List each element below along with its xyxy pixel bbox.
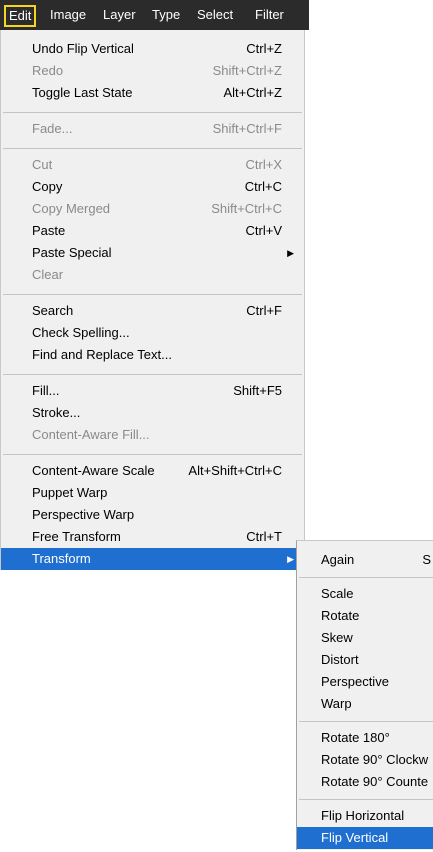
submenu-item-perspective[interactable]: Perspective bbox=[297, 671, 433, 693]
menu-layer[interactable]: Layer bbox=[103, 0, 136, 30]
menu-separator bbox=[3, 374, 302, 375]
menu-item-label: Search bbox=[32, 303, 74, 318]
menu-item-label: Flip Vertical bbox=[321, 830, 389, 845]
edit-menu-dropdown: Undo Flip Vertical Ctrl+Z Redo Shift+Ctr… bbox=[0, 30, 305, 570]
submenu-item-flip-vertical[interactable]: Flip Vertical bbox=[297, 827, 433, 849]
menu-item-paste-special[interactable]: Paste Special ▶ bbox=[1, 242, 304, 264]
menu-item-label: Fade... bbox=[32, 121, 73, 136]
menu-item-label: Rotate 90° Clockw bbox=[321, 752, 429, 767]
menu-bar: Edit Image Layer Type Select Filter bbox=[0, 0, 309, 30]
menu-item-check-spelling[interactable]: Check Spelling... bbox=[1, 322, 304, 344]
submenu-item-rotate-90-cw[interactable]: Rotate 90° Clockw bbox=[297, 749, 433, 771]
menu-item-label: Copy Merged bbox=[32, 201, 111, 216]
menu-item-shortcut: Ctrl+V bbox=[245, 223, 282, 238]
menu-item-shortcut: Ctrl+Z bbox=[246, 41, 282, 56]
menu-item-toggle-last-state[interactable]: Toggle Last State Alt+Ctrl+Z bbox=[1, 82, 304, 104]
menu-item-shortcut: Ctrl+T bbox=[246, 529, 282, 544]
menu-item-content-aware-fill[interactable]: Content-Aware Fill... bbox=[1, 424, 304, 446]
menu-item-shortcut: Alt+Shift+Ctrl+C bbox=[188, 463, 282, 478]
menu-item-label: Puppet Warp bbox=[32, 485, 108, 500]
transform-submenu: Again S Scale Rotate Skew Distort Perspe… bbox=[296, 540, 433, 850]
menu-edit[interactable]: Edit bbox=[4, 5, 37, 27]
menu-item-label: Skew bbox=[321, 630, 353, 645]
menu-item-shortcut: Ctrl+F bbox=[246, 303, 282, 318]
menu-item-shortcut: S bbox=[422, 552, 431, 567]
menu-item-copy[interactable]: Copy Ctrl+C bbox=[1, 176, 304, 198]
menu-separator bbox=[3, 112, 302, 113]
menu-item-label: Fill... bbox=[32, 383, 60, 398]
menu-item-label: Again bbox=[321, 552, 355, 567]
menu-item-label: Flip Horizontal bbox=[321, 808, 405, 823]
menu-filter[interactable]: Filter bbox=[255, 0, 284, 30]
menu-item-shortcut: Ctrl+X bbox=[245, 157, 282, 172]
menu-item-clear[interactable]: Clear bbox=[1, 264, 304, 286]
submenu-item-warp[interactable]: Warp bbox=[297, 693, 433, 715]
menu-item-label: Clear bbox=[32, 267, 64, 282]
menu-item-label: Redo bbox=[32, 63, 64, 78]
menu-item-shortcut: Shift+Ctrl+Z bbox=[212, 63, 282, 78]
menu-item-shortcut: Shift+Ctrl+C bbox=[211, 201, 282, 216]
menu-item-find-replace[interactable]: Find and Replace Text... bbox=[1, 344, 304, 366]
menu-item-stroke[interactable]: Stroke... bbox=[1, 402, 304, 424]
menu-item-label: Undo Flip Vertical bbox=[32, 41, 134, 56]
submenu-arrow-icon: ▶ bbox=[287, 248, 294, 258]
menu-item-search[interactable]: Search Ctrl+F bbox=[1, 300, 304, 322]
menu-item-label: Content-Aware Fill... bbox=[32, 427, 150, 442]
menu-separator bbox=[299, 577, 433, 578]
menu-item-label: Cut bbox=[32, 157, 53, 172]
menu-item-content-aware-scale[interactable]: Content-Aware Scale Alt+Shift+Ctrl+C bbox=[1, 460, 304, 482]
menu-item-paste[interactable]: Paste Ctrl+V bbox=[1, 220, 304, 242]
submenu-item-distort[interactable]: Distort bbox=[297, 649, 433, 671]
menu-item-puppet-warp[interactable]: Puppet Warp bbox=[1, 482, 304, 504]
menu-item-fade[interactable]: Fade... Shift+Ctrl+F bbox=[1, 118, 304, 140]
submenu-item-skew[interactable]: Skew bbox=[297, 627, 433, 649]
menu-item-label: Copy bbox=[32, 179, 63, 194]
menu-type[interactable]: Type bbox=[152, 0, 180, 30]
menu-item-free-transform[interactable]: Free Transform Ctrl+T bbox=[1, 526, 304, 548]
menu-item-label: Rotate 180° bbox=[321, 730, 390, 745]
menu-item-label: Warp bbox=[321, 696, 352, 711]
menu-item-shortcut: Shift+Ctrl+F bbox=[212, 121, 282, 136]
menu-item-shortcut: Shift+F5 bbox=[233, 383, 282, 398]
menu-item-undo[interactable]: Undo Flip Vertical Ctrl+Z bbox=[1, 38, 304, 60]
menu-item-label: Rotate 90° Counte bbox=[321, 774, 429, 789]
submenu-item-flip-horizontal[interactable]: Flip Horizontal bbox=[297, 805, 433, 827]
menu-item-label: Stroke... bbox=[32, 405, 81, 420]
menu-item-label: Content-Aware Scale bbox=[32, 463, 155, 478]
menu-item-fill[interactable]: Fill... Shift+F5 bbox=[1, 380, 304, 402]
menu-separator bbox=[299, 799, 433, 800]
menu-item-label: Toggle Last State bbox=[32, 85, 133, 100]
menu-separator bbox=[3, 148, 302, 149]
menu-item-label: Perspective bbox=[321, 674, 389, 689]
menu-item-shortcut: Alt+Ctrl+Z bbox=[223, 85, 282, 100]
menu-item-label: Rotate bbox=[321, 608, 360, 623]
menu-item-perspective-warp[interactable]: Perspective Warp bbox=[1, 504, 304, 526]
menu-item-copy-merged[interactable]: Copy Merged Shift+Ctrl+C bbox=[1, 198, 304, 220]
menu-select[interactable]: Select bbox=[197, 0, 233, 30]
menu-item-label: Paste Special bbox=[32, 245, 112, 260]
menu-item-label: Distort bbox=[321, 652, 359, 667]
submenu-item-scale[interactable]: Scale bbox=[297, 583, 433, 605]
menu-item-label: Free Transform bbox=[32, 529, 121, 544]
menu-item-label: Perspective Warp bbox=[32, 507, 135, 522]
menu-item-label: Scale bbox=[321, 586, 354, 601]
menu-item-cut[interactable]: Cut Ctrl+X bbox=[1, 154, 304, 176]
submenu-item-rotate-180[interactable]: Rotate 180° bbox=[297, 727, 433, 749]
menu-separator bbox=[299, 721, 433, 722]
menu-item-redo[interactable]: Redo Shift+Ctrl+Z bbox=[1, 60, 304, 82]
submenu-item-rotate-90-ccw[interactable]: Rotate 90° Counte bbox=[297, 771, 433, 793]
submenu-item-again[interactable]: Again S bbox=[297, 549, 433, 571]
menu-item-label: Transform bbox=[32, 551, 91, 566]
menu-separator bbox=[3, 454, 302, 455]
submenu-item-rotate[interactable]: Rotate bbox=[297, 605, 433, 627]
menu-item-shortcut: Ctrl+C bbox=[244, 179, 282, 194]
menu-item-label: Find and Replace Text... bbox=[32, 347, 172, 362]
submenu-arrow-icon: ▶ bbox=[287, 554, 294, 564]
menu-item-label: Check Spelling... bbox=[32, 325, 130, 340]
menu-item-transform[interactable]: Transform ▶ bbox=[1, 548, 304, 570]
menu-separator bbox=[3, 294, 302, 295]
menu-item-label: Paste bbox=[32, 223, 66, 238]
menu-image[interactable]: Image bbox=[50, 0, 86, 30]
